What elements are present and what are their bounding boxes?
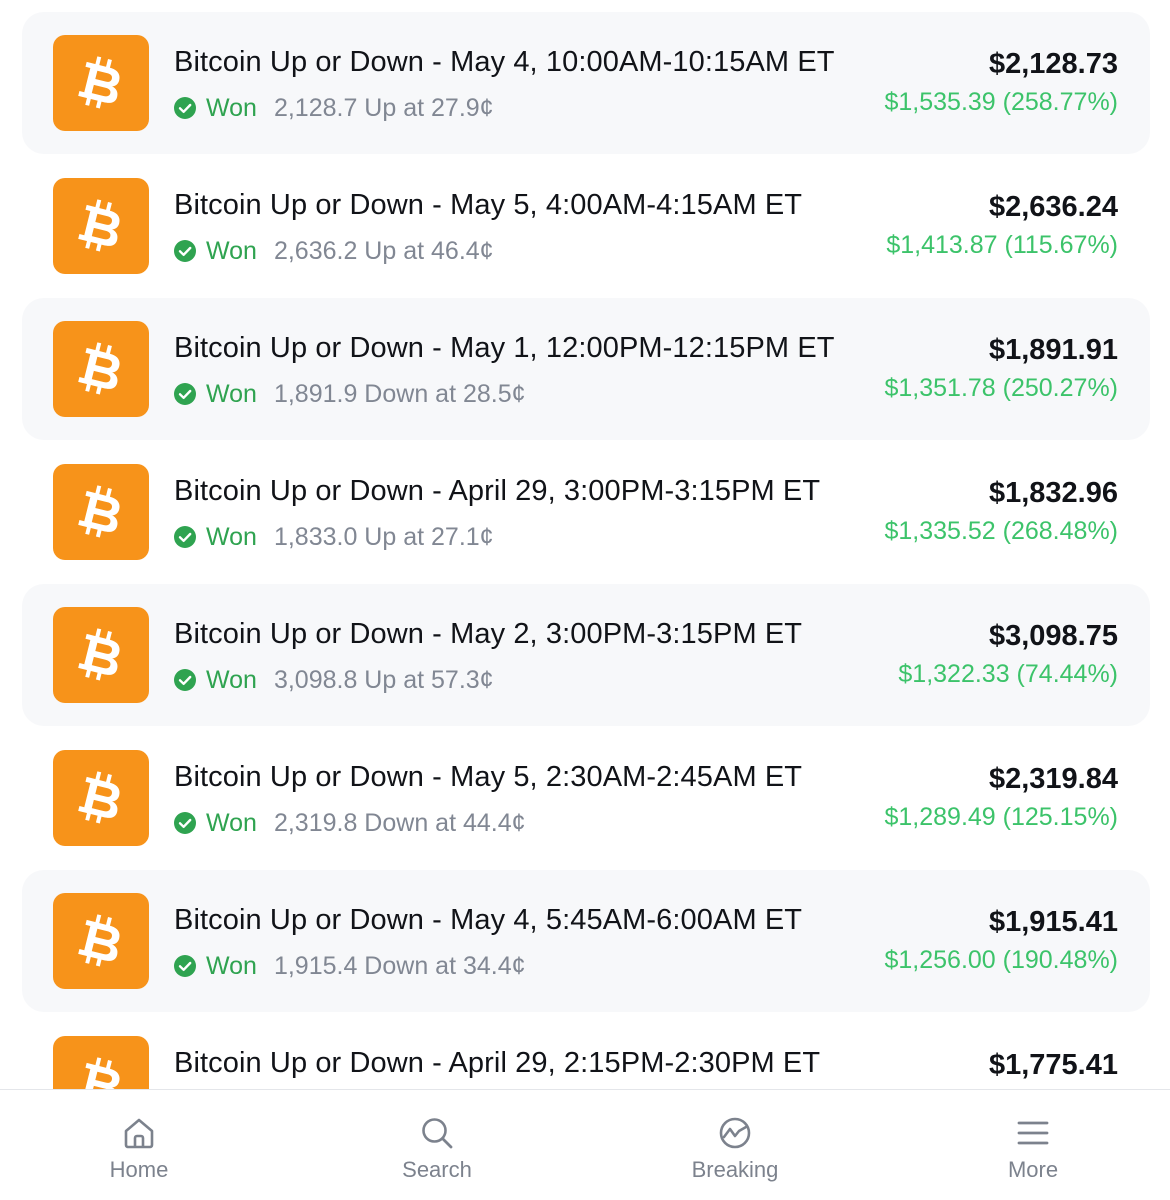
position-row[interactable]: Bitcoin Up or Down - May 5, 4:00AM-4:15A… xyxy=(22,155,1150,297)
position-profit: $1,256.00 (190.48%) xyxy=(884,946,1118,974)
status-label: Won xyxy=(206,665,257,694)
position-profit: $1,535.39 (258.77%) xyxy=(884,88,1118,116)
market-title: Bitcoin Up or Down - May 5, 2:30AM-2:45A… xyxy=(174,761,803,793)
bitcoin-icon xyxy=(53,464,149,560)
position-row[interactable]: Bitcoin Up or Down - May 5, 2:30AM-2:45A… xyxy=(22,727,1150,869)
nav-search-label: Search xyxy=(402,1157,472,1182)
position-profit: $1,289.49 (125.15%) xyxy=(884,803,1118,831)
nav-search[interactable]: Search xyxy=(337,1090,537,1200)
check-circle-icon xyxy=(174,812,196,834)
home-icon xyxy=(124,1118,154,1149)
check-circle-icon xyxy=(174,383,196,405)
position-value: $2,128.73 xyxy=(988,48,1118,80)
bitcoin-icon xyxy=(53,1036,149,1090)
position-row[interactable]: Bitcoin Up or Down - April 29, 3:00PM-3:… xyxy=(22,441,1150,583)
check-circle-icon xyxy=(174,669,196,691)
market-title: Bitcoin Up or Down - May 4, 10:00AM-10:1… xyxy=(174,46,835,78)
position-value: $2,319.84 xyxy=(988,763,1118,795)
position-detail: 1,833.0 Up at 27.1¢ xyxy=(273,522,494,551)
nav-more[interactable]: More xyxy=(933,1090,1133,1200)
bitcoin-icon xyxy=(53,750,149,846)
status-label: Won xyxy=(206,808,257,837)
status-label: Won xyxy=(206,379,257,408)
status-label: Won xyxy=(206,951,257,980)
nav-home-label: Home xyxy=(109,1157,169,1182)
check-circle-icon xyxy=(174,240,196,262)
nav-home[interactable]: Home xyxy=(39,1090,239,1200)
position-row[interactable]: Bitcoin Up or Down - May 4, 10:00AM-10:1… xyxy=(22,12,1150,154)
status-label: Won xyxy=(206,93,257,122)
bitcoin-icon xyxy=(53,893,149,989)
position-value: $1,891.91 xyxy=(988,334,1118,366)
market-title: Bitcoin Up or Down - May 4, 5:45AM-6:00A… xyxy=(174,904,803,936)
position-detail: 1,891.9 Down at 28.5¢ xyxy=(273,379,526,408)
position-profit: $1,322.33 (74.44%) xyxy=(898,660,1118,688)
market-title: Bitcoin Up or Down - May 5, 4:00AM-4:15A… xyxy=(174,189,803,221)
position-detail: 2,636.2 Up at 46.4¢ xyxy=(273,236,494,265)
search-icon xyxy=(422,1118,453,1149)
bitcoin-icon xyxy=(53,607,149,703)
check-circle-icon xyxy=(174,526,196,548)
nav-more-label: More xyxy=(1007,1157,1059,1182)
check-circle-icon xyxy=(174,97,196,119)
position-row[interactable]: Bitcoin Up or Down - May 1, 12:00PM-12:1… xyxy=(22,298,1150,440)
position-row[interactable]: Bitcoin Up or Down - May 2, 3:00PM-3:15P… xyxy=(22,584,1150,726)
market-title: Bitcoin Up or Down - April 29, 2:15PM-2:… xyxy=(174,1047,821,1079)
position-status: Won 2,128.7 Up at 27.9¢ xyxy=(174,92,494,124)
position-profit: $1,351.78 (250.27%) xyxy=(884,374,1118,402)
position-value: $1,775.41 xyxy=(988,1049,1118,1081)
status-label: Won xyxy=(206,522,257,551)
position-status: Won 2,636.2 Up at 46.4¢ xyxy=(174,235,494,267)
position-row[interactable]: Bitcoin Up or Down - April 29, 2:15PM-2:… xyxy=(22,1013,1150,1090)
bitcoin-icon xyxy=(53,178,149,274)
position-detail: 3,098.8 Up at 57.3¢ xyxy=(273,665,494,694)
position-row[interactable]: Bitcoin Up or Down - May 4, 5:45AM-6:00A… xyxy=(22,870,1150,1012)
position-profit: $1,335.52 (268.48%) xyxy=(884,517,1118,545)
position-profit: $1,413.87 (115.67%) xyxy=(886,231,1118,259)
position-status: Won 3,098.8 Up at 57.3¢ xyxy=(174,664,494,696)
nav-breaking-label: Breaking xyxy=(691,1157,779,1182)
position-detail: 2,128.7 Up at 27.9¢ xyxy=(273,93,494,122)
market-title: Bitcoin Up or Down - May 2, 3:00PM-3:15P… xyxy=(174,618,803,650)
status-label: Won xyxy=(206,236,257,265)
position-status: Won 1,891.9 Down at 28.5¢ xyxy=(174,378,526,410)
position-detail: 1,915.4 Down at 34.4¢ xyxy=(273,951,526,980)
bitcoin-icon xyxy=(53,321,149,417)
menu-icon xyxy=(1017,1121,1049,1145)
positions-page: Bitcoin Up or Down - May 4, 10:00AM-10:1… xyxy=(0,0,1170,1200)
position-detail: 2,319.8 Down at 44.4¢ xyxy=(273,808,526,837)
nav-breaking[interactable]: Breaking xyxy=(635,1090,835,1200)
position-status: Won 1,915.4 Down at 34.4¢ xyxy=(174,950,526,982)
position-value: $1,832.96 xyxy=(988,477,1118,509)
position-status: Won 1,833.0 Up at 27.1¢ xyxy=(174,521,494,553)
check-circle-icon xyxy=(174,955,196,977)
position-value: $2,636.24 xyxy=(988,191,1118,223)
market-title: Bitcoin Up or Down - April 29, 3:00PM-3:… xyxy=(174,475,821,507)
position-value: $3,098.75 xyxy=(988,620,1118,652)
position-status: Won 2,319.8 Down at 44.4¢ xyxy=(174,807,526,839)
market-title: Bitcoin Up or Down - May 1, 12:00PM-12:1… xyxy=(174,332,835,364)
bitcoin-icon xyxy=(53,35,149,131)
bottom-nav: Home Search Breaking More xyxy=(0,1089,1170,1200)
position-value: $1,915.41 xyxy=(988,906,1118,938)
positions-list: Bitcoin Up or Down - May 4, 10:00AM-10:1… xyxy=(0,0,1170,1090)
breaking-icon xyxy=(719,1117,751,1149)
